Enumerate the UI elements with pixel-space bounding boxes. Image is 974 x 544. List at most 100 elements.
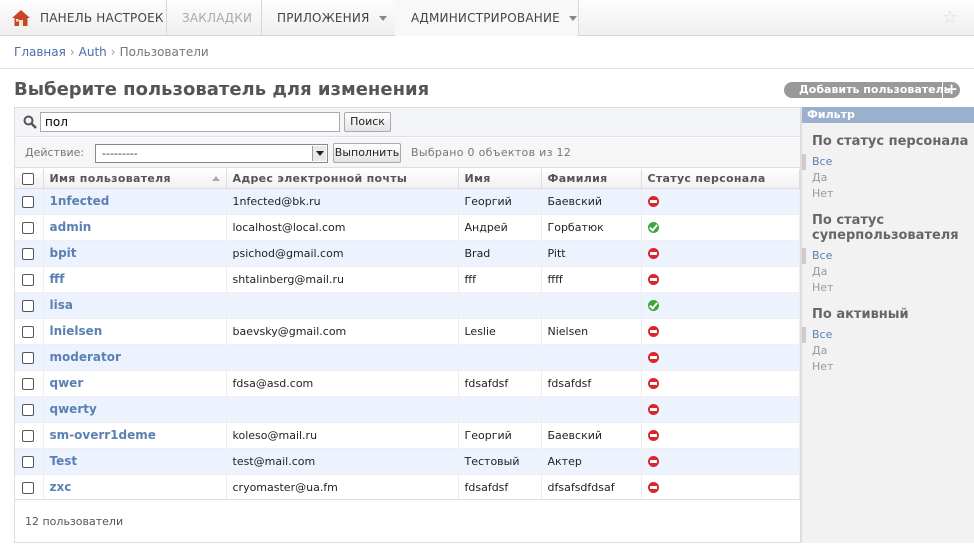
first-name-cell (458, 396, 542, 423)
nav-apps[interactable]: ПРИЛОЖЕНИЯ (277, 0, 387, 36)
nav-divider (578, 0, 579, 36)
staff-status-cell (641, 266, 800, 293)
username-link[interactable]: sm-overr1deme (50, 428, 156, 442)
search-button[interactable]: Поиск (344, 112, 391, 132)
column-label: Фамилия (547, 171, 608, 185)
filter-groups: По статус персонала Все Да Нет По статус суп… (802, 134, 974, 375)
search-toolbar: Поиск (15, 108, 800, 137)
home-icon[interactable] (11, 8, 31, 28)
row-checkbox[interactable] (22, 247, 34, 260)
first-name-cell: Leslie (458, 318, 542, 345)
filter-option[interactable]: Да (802, 264, 974, 280)
username-link[interactable]: qwerty (50, 402, 97, 416)
username-cell: fff (43, 266, 227, 293)
row-checkbox-cell (15, 344, 44, 371)
breadcrumb-home[interactable]: Главная (14, 45, 66, 59)
add-user-button[interactable]: Добавить пользователь + (784, 82, 960, 98)
search-icon (23, 115, 37, 129)
filter-sidebar: Фильтр По статус персонала Все Да Нет По ста… (801, 107, 974, 543)
row-checkbox[interactable] (22, 273, 34, 286)
column-last-name[interactable]: Фамилия (541, 169, 642, 189)
plus-icon: + (942, 82, 960, 98)
username-link[interactable]: lnielsen (50, 324, 103, 338)
email-cell: fdsa@asd.com (226, 370, 459, 397)
column-email[interactable]: Адрес электронной почты (226, 169, 459, 189)
column-staff-status[interactable]: Статус персонала (641, 169, 800, 189)
filter-options: Все Да Нет (802, 248, 974, 296)
username-cell: admin (43, 214, 227, 241)
breadcrumb-separator: › (110, 45, 116, 59)
username-cell: lnielsen (43, 318, 227, 345)
username-cell: qwerty (43, 396, 227, 423)
last-name-cell: Горбатюк (541, 214, 642, 241)
last-name-cell (541, 344, 642, 371)
breadcrumb-app[interactable]: Auth (79, 45, 107, 59)
row-checkbox[interactable] (22, 455, 34, 468)
username-link[interactable]: 1nfected (50, 194, 110, 208)
row-checkbox-cell (15, 240, 44, 267)
table-row: 1nfected 1nfected@bk.ru Георгий Баевский (15, 188, 800, 215)
column-username[interactable]: Имя пользователя (43, 169, 227, 189)
filter-option[interactable]: Все (802, 248, 974, 264)
username-cell: moderator (43, 344, 227, 371)
column-first-name[interactable]: Имя (458, 169, 542, 189)
nav-dashboard[interactable]: ПАНЕЛЬ НАСТРОЕК (40, 0, 164, 36)
filter-option[interactable]: Нет (802, 359, 974, 375)
search-input[interactable] (40, 112, 340, 132)
row-checkbox[interactable] (22, 195, 34, 208)
filter-option[interactable]: Все (802, 154, 974, 170)
last-name-cell: Актер (541, 448, 642, 475)
table-header-row: Имя пользователя Адрес электронной почты… (15, 169, 800, 189)
table-row: zxc cryomaster@ua.fm fdsafdsf dfsafsdfdsaf (15, 474, 800, 501)
username-link[interactable]: bpit (50, 246, 77, 260)
row-checkbox[interactable] (22, 377, 34, 390)
selected-counter: Выбрано 0 объектов из 12 (411, 146, 572, 159)
filter-option[interactable]: Да (802, 343, 974, 359)
filter-option[interactable]: Да (802, 170, 974, 186)
divider (0, 68, 974, 69)
chevron-down-icon (378, 16, 387, 21)
paginator: 12 пользователи (15, 499, 800, 542)
row-checkbox[interactable] (22, 221, 34, 234)
filter-option[interactable]: Нет (802, 186, 974, 202)
row-checkbox[interactable] (22, 429, 34, 442)
email-cell: psichod@gmail.com (226, 240, 459, 267)
username-link[interactable]: zxc (50, 480, 72, 494)
yes-icon (647, 300, 659, 311)
username-link[interactable]: fff (50, 272, 65, 286)
username-link[interactable]: moderator (50, 350, 121, 364)
add-user-label: Добавить пользователь (799, 83, 951, 96)
username-link[interactable]: Test (50, 454, 78, 468)
select-all-checkbox[interactable] (22, 172, 34, 185)
breadcrumb-separator: › (69, 45, 75, 59)
nav-bookmarks[interactable]: ЗАКЛАДКИ (182, 0, 252, 36)
action-select-value: --------- (102, 147, 138, 160)
username-link[interactable]: qwer (50, 376, 84, 390)
users-table: Имя пользователя Адрес электронной почты… (15, 169, 800, 501)
row-checkbox[interactable] (22, 481, 34, 494)
action-label: Действие: (25, 146, 85, 159)
star-icon[interactable]: ☆ (942, 8, 958, 28)
sort-ascending-icon[interactable] (211, 175, 220, 181)
username-cell: qwer (43, 370, 227, 397)
table-row: Test test@mail.com Тестовый Актер (15, 448, 800, 475)
filter-option[interactable]: Нет (802, 280, 974, 296)
username-link[interactable]: admin (50, 220, 92, 234)
run-action-button[interactable]: Выполнить (333, 143, 401, 163)
first-name-cell: fff (458, 266, 542, 293)
action-select[interactable]: --------- (95, 144, 328, 163)
first-name-cell: fdsafdsf (458, 370, 542, 397)
row-checkbox[interactable] (22, 351, 34, 364)
filter-option[interactable]: Все (802, 327, 974, 343)
row-checkbox[interactable] (22, 403, 34, 416)
table-body: 1nfected 1nfected@bk.ru Георгий Баевский adm… (15, 188, 800, 501)
column-label: Имя пользователя (49, 171, 171, 185)
filter-options: Все Да Нет (802, 327, 974, 375)
username-link[interactable]: lisa (50, 298, 73, 312)
username-cell: bpit (43, 240, 227, 267)
row-checkbox-cell (15, 266, 44, 293)
nav-admin[interactable]: АДМИНИСТРИРОВАНИЕ (395, 0, 578, 36)
row-checkbox[interactable] (22, 325, 34, 338)
table-row: bpit psichod@gmail.com Brad Pitt (15, 240, 800, 267)
row-checkbox[interactable] (22, 299, 34, 312)
